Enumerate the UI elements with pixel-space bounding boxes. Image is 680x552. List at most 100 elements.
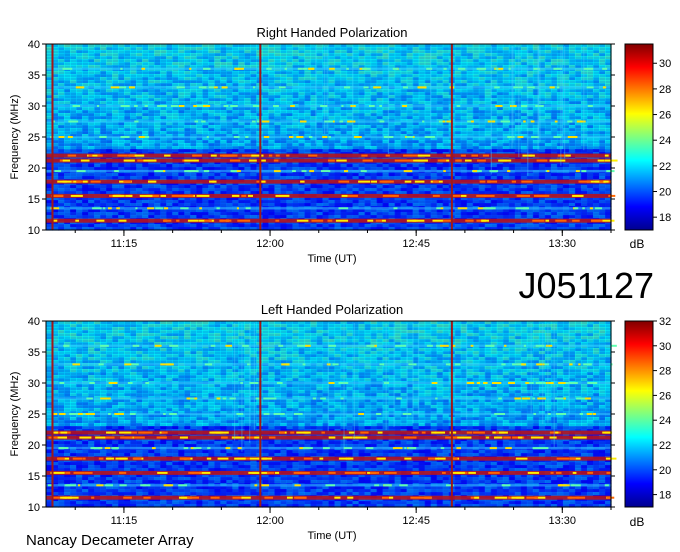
band-line bbox=[46, 470, 612, 475]
spectrogram-figure: Right Handed Polarization 10 15 20 25 30 35 40… bbox=[9, 25, 671, 549]
band-line bbox=[46, 179, 612, 184]
y-tick-label: 20 bbox=[28, 440, 40, 452]
panel1-plot-area bbox=[46, 44, 618, 231]
band-line bbox=[46, 446, 611, 450]
x-tick: 13:30 bbox=[549, 230, 576, 250]
colorbar-tick-label: 18 bbox=[659, 212, 671, 224]
panel1-colorbar-ticks: 18 20 22 24 26 28 30 bbox=[653, 58, 671, 224]
colorbar-tick-label: 26 bbox=[659, 110, 671, 122]
panel2-ylabel: Frequency (MHz) bbox=[9, 372, 21, 457]
panel1-ylabel: Frequency (MHz) bbox=[9, 95, 21, 180]
colorbar-tick-label: 30 bbox=[659, 58, 671, 70]
x-tick-label: 12:00 bbox=[256, 515, 284, 527]
band-line bbox=[46, 484, 611, 487]
panel2-colorbar-label: dB bbox=[630, 515, 645, 529]
event-line bbox=[259, 44, 262, 230]
band-line bbox=[46, 104, 611, 108]
colorbar-tick: 26 bbox=[653, 390, 671, 402]
colorbar-tick: 28 bbox=[653, 84, 671, 96]
band-line bbox=[46, 207, 611, 210]
panel1-colorbar bbox=[624, 43, 654, 231]
y-tick-label: 10 bbox=[28, 502, 40, 514]
band-line bbox=[46, 435, 611, 440]
panel2-colorbar bbox=[624, 320, 654, 508]
y-tick-label: 15 bbox=[28, 194, 40, 206]
colorbar-tick-label: 26 bbox=[659, 390, 671, 402]
colorbar-tick: 24 bbox=[653, 135, 671, 147]
colorbar-tick: 22 bbox=[653, 161, 671, 173]
x-tick: 12:00 bbox=[256, 230, 284, 250]
y-tick-label: 10 bbox=[28, 225, 40, 237]
y-tick-label: 25 bbox=[28, 132, 40, 144]
colorbar-tick-label: 20 bbox=[659, 465, 671, 477]
colorbar-tick-label: 24 bbox=[659, 135, 671, 147]
colorbar-tick-label: 24 bbox=[659, 415, 671, 427]
y-tick-label: 30 bbox=[28, 101, 40, 113]
colorbar-tick-label: 30 bbox=[659, 341, 671, 353]
colorbar-tick: 28 bbox=[653, 366, 671, 378]
x-tick: 13:30 bbox=[549, 507, 576, 527]
band-line bbox=[46, 430, 613, 435]
colorbar-tick-label: 20 bbox=[659, 187, 671, 199]
y-tick-label: 35 bbox=[28, 347, 40, 359]
panel2-xlabel: Time (UT) bbox=[307, 530, 356, 542]
colorbar-tick: 18 bbox=[653, 490, 671, 502]
band-line bbox=[46, 169, 615, 173]
colorbar-tick: 30 bbox=[653, 58, 671, 70]
y-tick-label: 35 bbox=[28, 70, 40, 82]
colorbar-tick-label: 22 bbox=[659, 161, 671, 173]
y-tick-label: 15 bbox=[28, 471, 40, 483]
band-line bbox=[46, 158, 618, 163]
panel-right-handed: Right Handed Polarization 10 15 20 25 30 35 40… bbox=[9, 25, 671, 265]
y-tick-label: 40 bbox=[28, 316, 40, 328]
panel1-x-ticks: 11:15 12:00 12:45 13:30 bbox=[74, 230, 612, 250]
panel1-colorbar-label: dB bbox=[630, 237, 645, 251]
colorbar-tick-label: 28 bbox=[659, 366, 671, 378]
panel2-colorbar-ticks: 18 20 22 24 26 28 30 32 bbox=[653, 316, 671, 502]
colorbar-tick: 18 bbox=[653, 212, 671, 224]
colorbar-tick-label: 32 bbox=[659, 316, 671, 328]
panel2-plot-area bbox=[46, 321, 617, 508]
band-line bbox=[46, 153, 611, 158]
band-line bbox=[46, 456, 617, 461]
band-line bbox=[46, 67, 611, 70]
x-tick-label: 12:00 bbox=[256, 238, 284, 250]
band-line bbox=[46, 363, 613, 366]
x-tick-label: 11:15 bbox=[111, 515, 138, 527]
y-tick-label: 30 bbox=[28, 378, 40, 390]
x-tick: 12:45 bbox=[402, 507, 430, 527]
event-line bbox=[450, 321, 453, 507]
colorbar-tick-label: 22 bbox=[659, 440, 671, 452]
event-line bbox=[450, 44, 453, 230]
colorbar-tick: 26 bbox=[653, 110, 671, 122]
colorbar-tick: 20 bbox=[653, 187, 671, 199]
panel1-xlabel: Time (UT) bbox=[307, 253, 356, 265]
x-tick: 12:45 bbox=[402, 230, 430, 250]
panel1-title: Right Handed Polarization bbox=[256, 25, 407, 40]
band-line bbox=[46, 218, 615, 223]
colorbar-tick: 30 bbox=[653, 341, 671, 353]
band-line bbox=[46, 86, 611, 89]
colorbar-tick-label: 18 bbox=[659, 490, 671, 502]
event-line bbox=[259, 321, 262, 507]
band-line bbox=[46, 135, 611, 139]
colorbar-tick-label: 28 bbox=[659, 84, 671, 96]
footer-label: Nancay Decameter Array bbox=[26, 532, 194, 549]
x-tick: 12:00 bbox=[256, 507, 284, 527]
x-tick-label: 11:15 bbox=[111, 238, 138, 250]
colorbar-tick: 20 bbox=[653, 465, 671, 477]
colorbar-tick: 24 bbox=[653, 415, 671, 427]
panel2-title: Left Handed Polarization bbox=[261, 302, 403, 317]
x-tick: 11:15 bbox=[111, 507, 138, 527]
y-tick-label: 40 bbox=[28, 39, 40, 51]
colorbar-tick: 32 bbox=[653, 316, 671, 328]
y-tick-label: 20 bbox=[28, 163, 40, 175]
y-tick-label: 25 bbox=[28, 409, 40, 421]
figure-id: J051127 bbox=[519, 265, 654, 306]
panel-left-handed: Left Handed Polarization 10152025303540 … bbox=[9, 302, 671, 542]
band-line bbox=[46, 120, 611, 123]
band-line bbox=[46, 495, 615, 500]
colorbar-tick: 22 bbox=[653, 440, 671, 452]
event-line bbox=[51, 44, 54, 230]
event-line bbox=[51, 321, 54, 507]
